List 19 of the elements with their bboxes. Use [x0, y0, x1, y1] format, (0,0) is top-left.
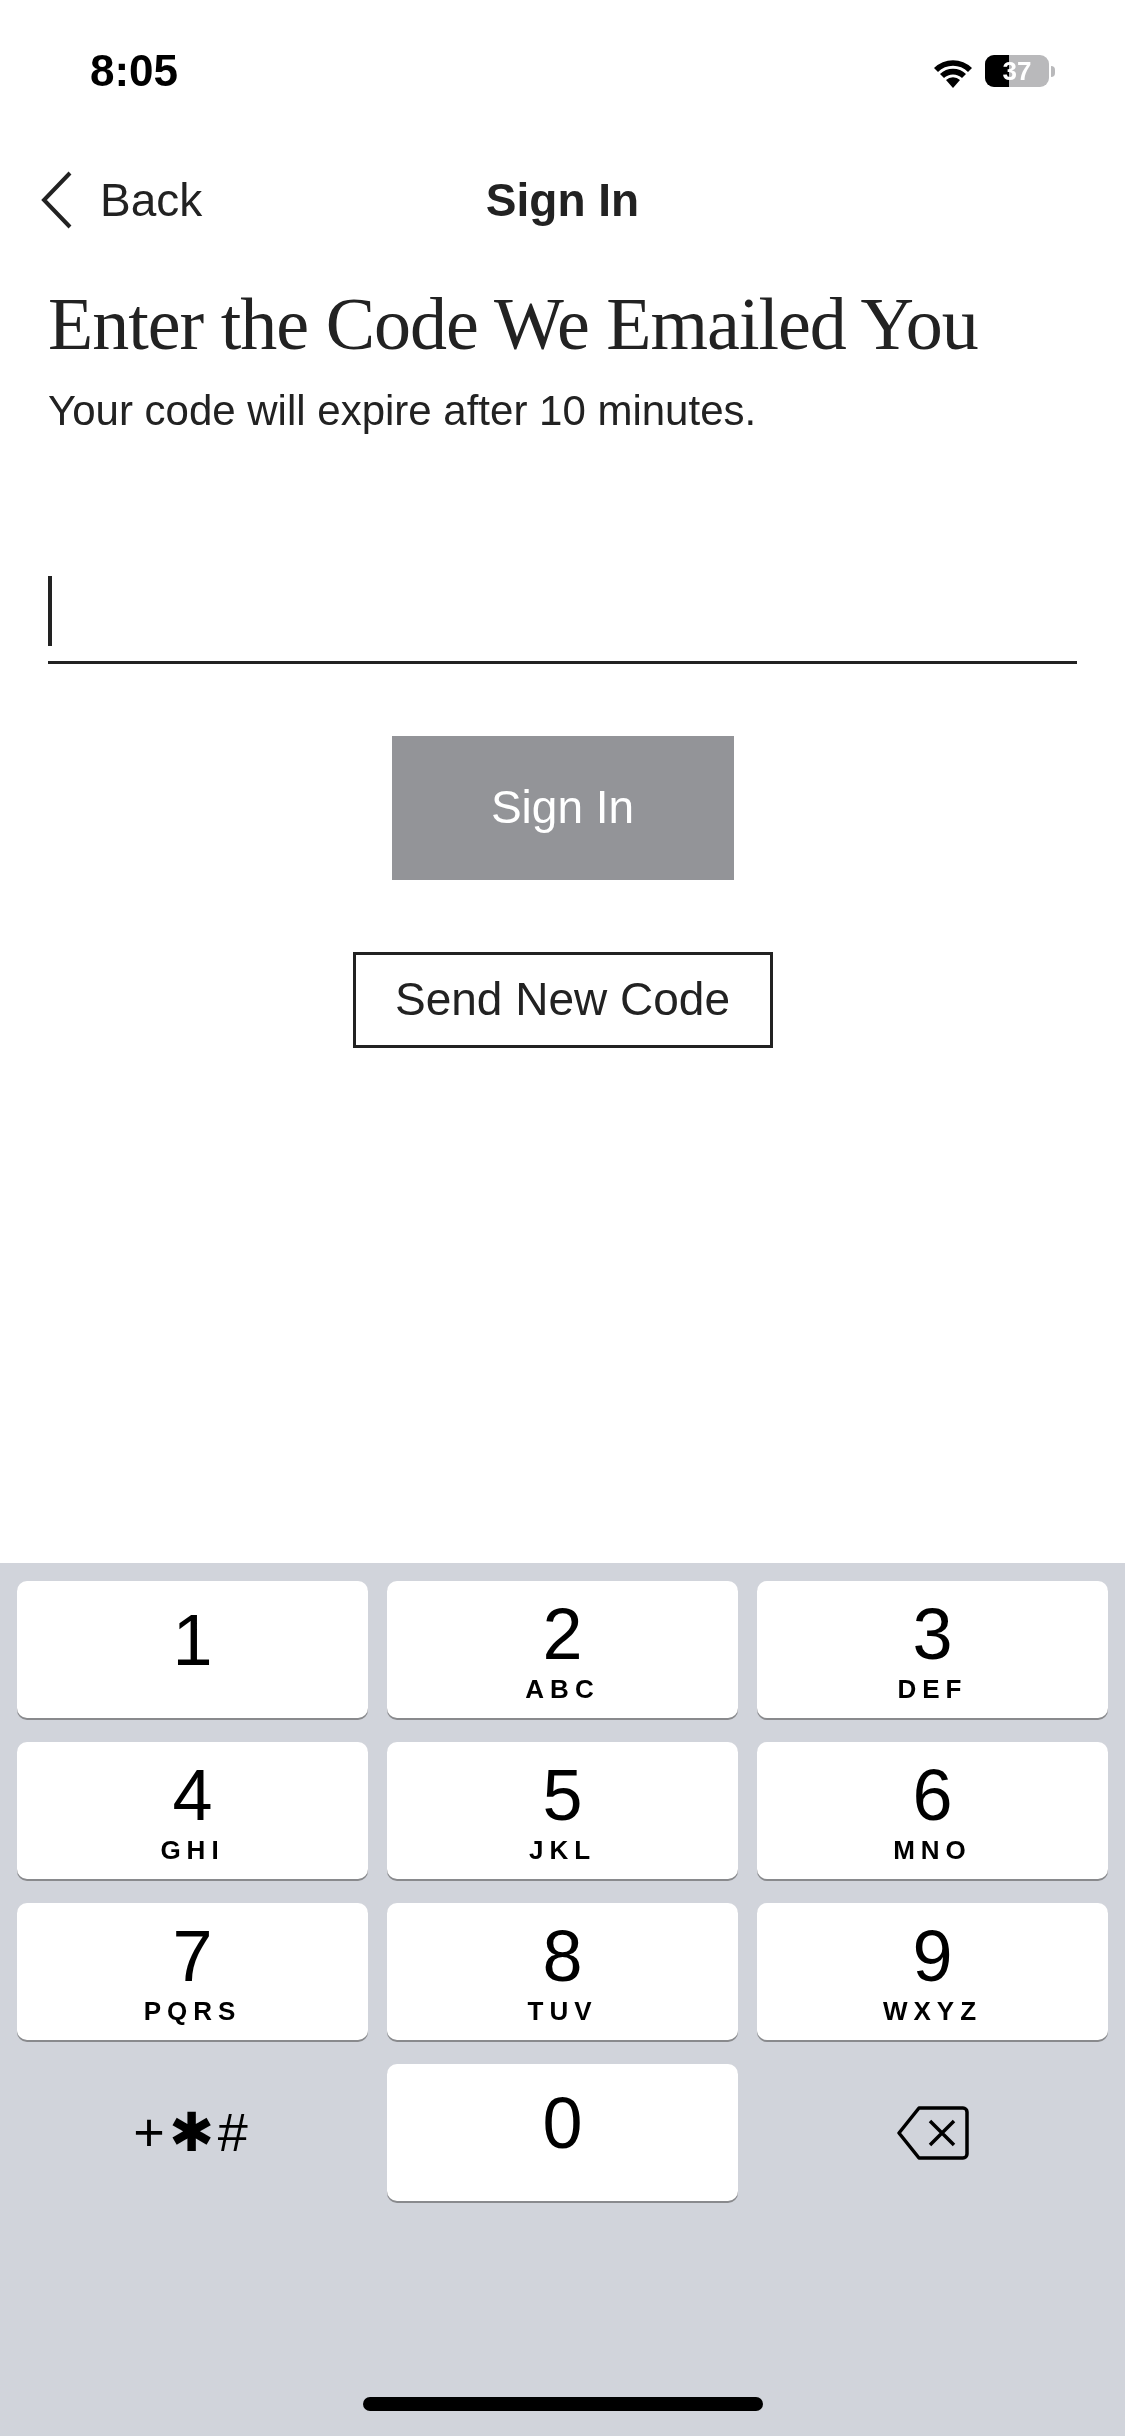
subtitle: Your code will expire after 10 minutes. — [48, 385, 758, 436]
keypad-key[interactable]: 4 GHI — [17, 1742, 368, 1879]
keypad-key[interactable]: 2 ABC — [387, 1581, 738, 1718]
keypad-key[interactable]: 8 TUV — [387, 1903, 738, 2040]
keypad-key[interactable]: 3 DEF — [757, 1581, 1108, 1718]
keypad-key[interactable]: 5 JKL — [387, 1742, 738, 1879]
keypad-key[interactable]: 1 — [17, 1581, 368, 1718]
back-button[interactable]: Back — [40, 165, 203, 235]
symbols-key[interactable]: +✱# — [17, 2064, 368, 2201]
send-new-code-button[interactable]: Send New Code — [352, 951, 773, 1048]
heading: Enter the Code We Emailed You — [48, 282, 979, 367]
keypad-key[interactable]: 0 — [387, 2064, 738, 2201]
keypad-key[interactable]: 6 MNO — [757, 1742, 1108, 1879]
page-title: Sign In — [485, 172, 640, 228]
keypad-key[interactable]: 7 PQRS — [17, 1903, 368, 2040]
chevron-left-icon — [40, 170, 74, 230]
status-time: 8:05 — [90, 45, 179, 97]
keypad-key[interactable]: 9 WXYZ — [757, 1903, 1108, 2040]
delete-icon[interactable] — [896, 2104, 969, 2161]
